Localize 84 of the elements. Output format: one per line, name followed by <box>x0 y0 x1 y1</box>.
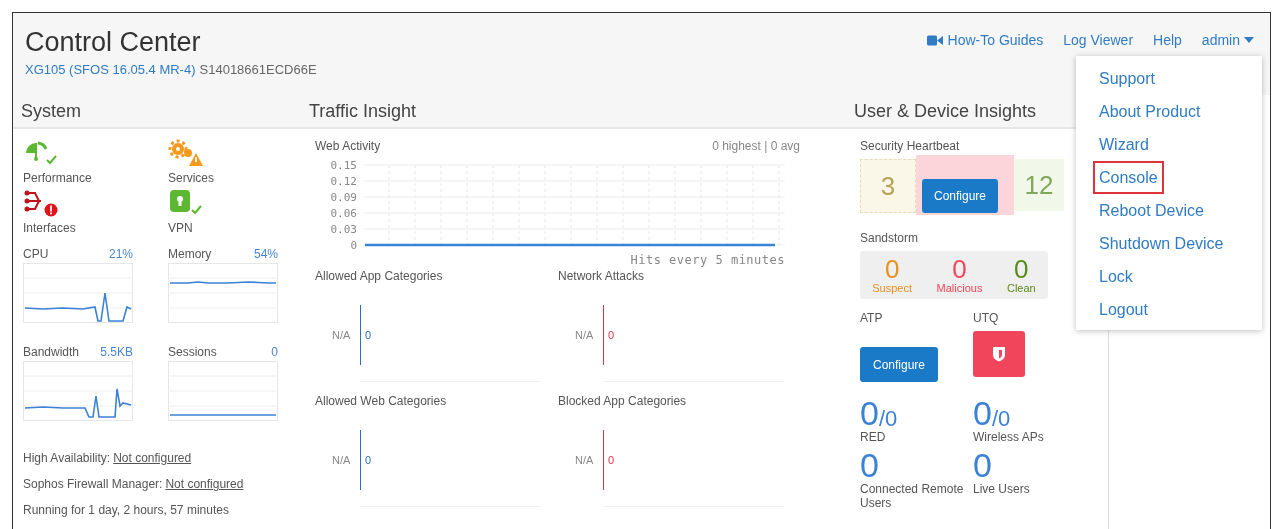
sandstorm-label: Malicious <box>936 282 983 294</box>
status-label: Services <box>168 171 214 185</box>
sandstorm-count: 0 <box>1014 256 1029 282</box>
counter-label: Wireless APs <box>973 430 1045 444</box>
status-label: Interfaces <box>23 221 76 235</box>
sandstorm-count: 0 <box>952 256 967 282</box>
widget-title: Sandstorm <box>860 231 920 245</box>
y-axis-tick: 0.12 <box>330 175 357 188</box>
metric-label: CPU <box>23 247 49 261</box>
chart-summary: 0 highest | 0 avg <box>712 139 800 153</box>
nav-link[interactable]: How-To Guides <box>947 32 1044 48</box>
y-axis-tick: 0.03 <box>330 223 357 236</box>
category-value: 0 <box>365 329 372 341</box>
widget-title: Network Attacks <box>558 269 646 283</box>
metric-label: Memory <box>168 247 212 261</box>
status-label: VPN <box>168 221 193 235</box>
metric-value: 21% <box>108 247 133 261</box>
sandstorm-label: Suspect <box>872 282 912 294</box>
category-label: N/A <box>575 454 594 466</box>
y-axis-tick: 0 <box>350 239 357 252</box>
widget-title: Blocked App Categories <box>558 394 688 408</box>
section-title: User & Device Insights <box>854 100 1037 122</box>
counter-value: 0 <box>860 396 879 430</box>
counter-label: Connected Remote Users <box>860 482 965 510</box>
counter-value: 0 <box>860 448 879 482</box>
shield-icon <box>992 346 1006 362</box>
widget-title: ATP <box>860 311 884 325</box>
category-value: 0 <box>608 329 615 341</box>
chart-title: Web Activity <box>315 139 381 153</box>
counter-total: /0 <box>878 408 898 430</box>
caret-icon <box>1244 37 1254 43</box>
system-info-line: Running for 1 day, 2 hours, 57 minutes <box>23 503 230 517</box>
metric-label: Sessions <box>168 345 217 359</box>
section-title: Traffic Insight <box>309 100 417 122</box>
video-camera-icon <box>926 34 943 46</box>
device-model-link[interactable]: XG105 (SFOS 16.05.4 MR-4) <box>25 62 196 77</box>
counter-value: 0 <box>973 448 992 482</box>
x-axis-label: Hits every 5 minutes <box>629 253 785 267</box>
menu-item[interactable]: Reboot Device <box>1076 194 1262 227</box>
not-configured-link[interactable]: Not configured <box>113 451 192 465</box>
metric-value: 5.5KB <box>100 345 133 359</box>
y-axis-tick: 0.15 <box>330 159 357 172</box>
menu-item[interactable]: About Product <box>1076 95 1262 128</box>
widget-title: Allowed App Categories <box>315 269 444 283</box>
counter-label: Live Users <box>973 482 1031 496</box>
configure-button[interactable]: Configure <box>860 347 939 382</box>
category-label: N/A <box>332 329 351 341</box>
menu-item[interactable]: Logout <box>1076 293 1262 326</box>
configure-button[interactable]: Configure <box>922 179 999 213</box>
category-value: 0 <box>608 454 615 466</box>
category-label: N/A <box>575 329 594 341</box>
sandstorm-label: Clean <box>1006 282 1036 294</box>
sandstorm-count: 0 <box>884 256 900 282</box>
status-label: Performance <box>23 171 92 185</box>
widget-title: Allowed Web Categories <box>315 394 448 408</box>
not-configured-link[interactable]: Not configured <box>165 477 244 491</box>
counter-total: /0 <box>991 408 1011 430</box>
page-title: Control Center <box>25 27 202 58</box>
category-label: N/A <box>332 454 351 466</box>
widget-title: Security Heartbeat <box>860 139 961 153</box>
counter-label: RED <box>860 430 887 444</box>
menu-item[interactable]: Support <box>1076 62 1262 95</box>
nav-link[interactable]: Help <box>1153 32 1182 48</box>
user-menu-toggle[interactable]: admin <box>1201 32 1254 48</box>
healthy-count: 12 <box>1014 159 1064 211</box>
nav-link[interactable]: Log Viewer <box>1063 32 1134 48</box>
system-info-line: Sophos Firewall Manager: Not configured <box>23 477 245 491</box>
y-axis-tick: 0.09 <box>330 191 357 204</box>
utq-button[interactable] <box>973 331 1025 377</box>
widget-title: UTQ <box>973 311 1000 325</box>
metric-value: 0 <box>271 345 278 359</box>
category-value: 0 <box>365 454 372 466</box>
section-title: System <box>21 100 81 122</box>
menu-item[interactable]: Console <box>1093 161 1164 194</box>
serial-number: S14018661ECD66E <box>199 62 317 77</box>
system-info-line: High Availability: Not configured <box>23 451 193 465</box>
counter-value: 0 <box>973 396 992 430</box>
warnings-count: 3 <box>860 159 916 213</box>
metric-label: Bandwidth <box>23 345 80 359</box>
menu-item[interactable]: Lock <box>1076 260 1262 293</box>
menu-item[interactable]: Shutdown Device <box>1076 227 1262 260</box>
metric-value: 54% <box>253 247 278 261</box>
y-axis-tick: 0.06 <box>330 207 357 220</box>
menu-item[interactable]: Wizard <box>1076 128 1262 161</box>
